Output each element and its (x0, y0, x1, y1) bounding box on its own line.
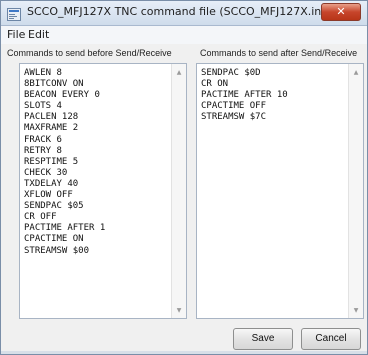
scroll-up-icon[interactable]: ▲ (349, 66, 363, 80)
dialog-window: SCCO_MFJ127X TNC command file (SCCO_MFJ1… (0, 0, 368, 355)
command-line: CHECK 30 (24, 167, 68, 178)
window-bottom-edge (1, 351, 367, 354)
menu-edit[interactable]: Edit (28, 28, 49, 41)
save-button[interactable]: Save (233, 328, 293, 350)
command-line: SENDPAC $0D (201, 68, 261, 78)
title-bar[interactable]: SCCO_MFJ127X TNC command file (SCCO_MFJ1… (1, 1, 367, 26)
command-line: CR OFF (24, 212, 57, 223)
command-line: FRACK 6 (24, 134, 62, 145)
command-line: TXDELAY 40 (24, 178, 79, 189)
command-line: PACTIME AFTER 1 (24, 223, 106, 234)
window-title: SCCO_MFJ127X TNC command file (SCCO_MFJ1… (27, 5, 329, 18)
close-icon: ✕ (336, 5, 346, 18)
command-line: RETRY 8 (24, 145, 62, 156)
command-line: CR ON (201, 79, 229, 90)
scroll-down-icon[interactable]: ▼ (172, 304, 186, 318)
before-commands-textbox[interactable]: AWLEN 8 8BITCONV ON BEACON EVERY 0 SLOTS 4P… (19, 63, 187, 319)
before-commands-label: Commands to send before Send/Receive (7, 48, 172, 58)
scroll-up-icon[interactable]: ▲ (172, 66, 186, 80)
command-line: STREAMSW $7C (201, 112, 267, 123)
command-line: STREAMSW $00 (24, 245, 90, 256)
command-line: SENDPAC $05 (24, 201, 84, 212)
command-line: RESPTIME 5 (24, 156, 79, 167)
command-line: MAXFRAME 2 (24, 123, 79, 134)
menu-bar: File Edit (1, 26, 367, 44)
command-line: PACTIME AFTER 10 (201, 90, 288, 101)
close-button[interactable]: ✕ (321, 3, 361, 21)
command-line: SLOTS 4 (24, 101, 62, 112)
menu-file[interactable]: File (7, 28, 25, 41)
command-line: BEACON EVERY 0 (24, 90, 100, 101)
command-line: AWLEN 8 (24, 68, 62, 78)
command-line: CPACTIME OFF (201, 101, 267, 112)
after-commands-textbox[interactable]: SENDPAC $0D CR ON PACTIME AFTER 10 CPACTIME… (196, 63, 364, 319)
after-commands-text: SENDPAC $0D CR ON PACTIME AFTER 10 CPACTIME… (201, 68, 347, 316)
before-scrollbar[interactable]: ▲ ▼ (171, 64, 186, 318)
cancel-button[interactable]: Cancel (301, 328, 361, 350)
command-line: CPACTIME ON (24, 234, 84, 245)
after-scrollbar[interactable]: ▲ ▼ (348, 64, 363, 318)
command-line: PACLEN 128 (24, 112, 79, 123)
command-line: 8BITCONV ON (24, 79, 84, 90)
scroll-down-icon[interactable]: ▼ (349, 304, 363, 318)
after-commands-label: Commands to send after Send/Receive (200, 48, 358, 58)
app-icon (7, 6, 21, 21)
command-line: XFLOW OFF (24, 190, 73, 201)
before-commands-text: AWLEN 8 8BITCONV ON BEACON EVERY 0 SLOTS 4P… (24, 68, 170, 316)
